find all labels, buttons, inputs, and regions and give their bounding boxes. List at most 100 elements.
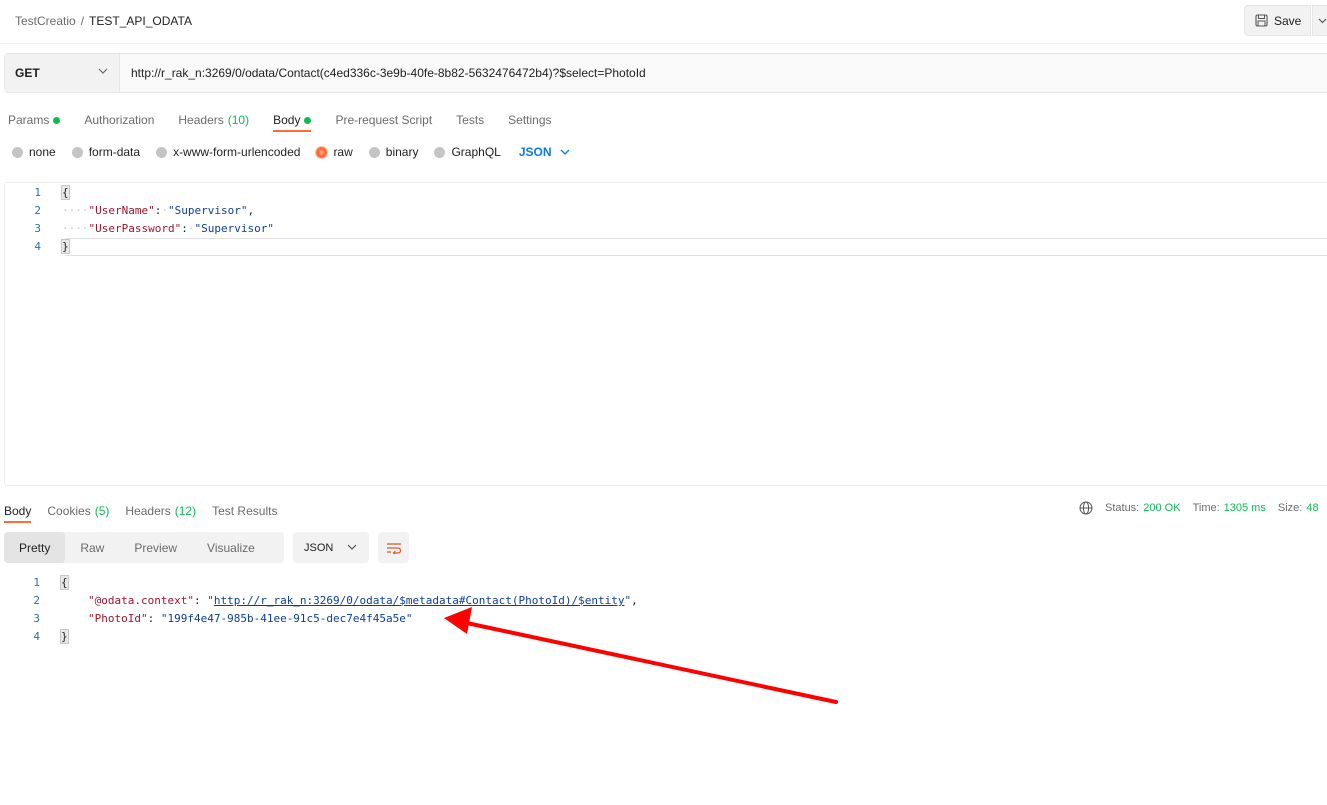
cookies-count: (5) <box>94 504 110 518</box>
current-line-highlight <box>65 238 1327 256</box>
headers-count: (10) <box>227 113 250 127</box>
response-view-tabs: Pretty Raw Preview Visualize <box>4 532 284 563</box>
radio-none-label: none <box>29 145 56 159</box>
chevron-down-icon <box>1318 18 1327 23</box>
json-key: "UserPassword" <box>88 222 182 235</box>
save-button[interactable]: Save <box>1244 5 1311 36</box>
response-format-label: JSON <box>304 541 334 554</box>
response-status-bar: Status: 200 OK Time: 1305 ms Size: 48 <box>1079 501 1327 515</box>
tab-prerequest-label: Pre-request Script <box>335 113 433 127</box>
request-body-editor[interactable]: 1 2 3 4 { ····"UserName":·"Supervisor", … <box>4 182 1327 486</box>
radio-form-data-label: form-data <box>88 145 141 159</box>
method-select[interactable]: GET <box>5 54 120 92</box>
globe-icon[interactable] <box>1079 501 1093 515</box>
radio-urlencoded[interactable]: x-www-form-urlencoded <box>156 145 300 159</box>
tab-test-results[interactable]: Test Results <box>212 499 277 523</box>
radio-none[interactable]: none <box>12 145 56 159</box>
radio-dot <box>368 146 380 158</box>
code-line: "@odata.context": "http://r_rak_n:3269/0… <box>88 594 638 607</box>
status-value: 200 OK <box>1143 502 1181 514</box>
line-number: 2 <box>33 594 40 607</box>
tab-authorization-label: Authorization <box>84 113 155 127</box>
tab-response-headers[interactable]: Headers (12) <box>125 499 196 523</box>
chevron-down-icon <box>347 544 357 550</box>
radio-dot <box>156 146 168 158</box>
code-line: ····"UserPassword":·"Supervisor" <box>62 222 274 235</box>
save-icon <box>1255 14 1268 27</box>
tab-cookies-label: Cookies <box>47 504 91 518</box>
line-number: 3 <box>33 612 40 625</box>
tab-body-label: Body <box>273 113 301 127</box>
radio-dot <box>71 146 83 158</box>
breadcrumb-separator: / <box>80 14 85 28</box>
line-number: 1 <box>34 186 41 199</box>
view-preview[interactable]: Preview <box>119 532 192 563</box>
line-number: 3 <box>34 222 41 235</box>
breadcrumb-request[interactable]: TEST_API_ODATA <box>89 14 192 28</box>
view-raw[interactable]: Raw <box>65 532 119 563</box>
tab-authorization[interactable]: Authorization <box>84 108 154 132</box>
code-line: } <box>60 628 69 646</box>
size-value[interactable]: 48 <box>1306 502 1318 514</box>
response-format-select[interactable]: JSON <box>293 532 369 563</box>
chevron-down-icon <box>98 68 108 74</box>
tab-settings[interactable]: Settings <box>508 108 551 132</box>
request-url-bar: GET http://r_rak_n:3269/0/odata/Contact(… <box>4 53 1327 93</box>
radio-graphql[interactable]: GraphQL <box>434 145 501 159</box>
url-input[interactable]: http://r_rak_n:3269/0/odata/Contact(c4ed… <box>131 66 646 80</box>
body-indicator-dot <box>304 116 312 124</box>
code-line: } <box>61 238 70 256</box>
tab-tests[interactable]: Tests <box>456 108 484 132</box>
size-label: Size: <box>1277 502 1303 514</box>
odata-context-link[interactable]: http://r_rak_n:3269/0/odata/$metadata#Co… <box>214 594 625 607</box>
radio-dot <box>434 146 446 158</box>
radio-graphql-label: GraphQL <box>451 145 501 159</box>
open-brace: { <box>60 575 69 590</box>
breadcrumb-collection[interactable]: TestCreatio <box>15 14 76 28</box>
method-label: GET <box>15 66 40 80</box>
body-language-label: JSON <box>518 145 552 159</box>
tab-response-headers-label: Headers <box>125 504 171 518</box>
json-key: "UserName" <box>88 204 155 217</box>
tab-params-label: Params <box>8 113 50 127</box>
json-value-quote: " <box>207 594 214 607</box>
body-type-options: none form-data x-www-form-urlencoded raw… <box>12 145 570 159</box>
tab-headers[interactable]: Headers (10) <box>178 108 249 132</box>
view-pretty[interactable]: Pretty <box>4 532 66 563</box>
indent-whitespace: ···· <box>62 204 89 217</box>
response-tabs: Body Cookies (5) Headers (12) Test Results <box>4 499 293 523</box>
tab-prerequest-script[interactable]: Pre-request Script <box>335 108 432 132</box>
open-brace: { <box>61 185 70 200</box>
tab-settings-label: Settings <box>508 113 552 127</box>
wrap-lines-button[interactable] <box>378 532 409 563</box>
radio-binary[interactable]: binary <box>368 145 418 159</box>
code-line: "PhotoId": "199f4e47-985b-41ee-91c5-dec7… <box>88 612 413 625</box>
tab-body[interactable]: Body <box>273 108 312 132</box>
json-value: "Supervisor" <box>194 222 274 235</box>
json-value: "Supervisor" <box>167 204 248 217</box>
radio-dot <box>12 146 23 158</box>
tab-headers-label: Headers <box>178 113 224 127</box>
tab-cookies[interactable]: Cookies (5) <box>47 499 109 523</box>
body-language-select[interactable]: JSON <box>519 145 570 159</box>
close-brace: } <box>61 239 70 254</box>
radio-form-data[interactable]: form-data <box>71 145 141 159</box>
chevron-down-icon <box>560 149 569 155</box>
response-body-viewer[interactable]: 1 2 3 4 { "@odata.context": "http://r_ra… <box>0 572 1327 662</box>
tab-response-body[interactable]: Body <box>4 499 32 523</box>
line-number: 1 <box>33 576 40 589</box>
status-label: Status: <box>1105 502 1140 514</box>
params-indicator-dot <box>53 116 61 124</box>
json-key: "@odata.context" <box>88 594 194 607</box>
indent-whitespace: ···· <box>62 222 89 235</box>
tab-test-results-label: Test Results <box>212 504 278 518</box>
save-options-button[interactable] <box>1312 5 1327 36</box>
view-visualize[interactable]: Visualize <box>192 532 270 563</box>
line-number: 2 <box>34 204 41 217</box>
wrap-lines-icon <box>386 542 401 554</box>
radio-raw[interactable]: raw <box>316 145 353 159</box>
tab-params[interactable]: Params <box>8 108 61 132</box>
time-value[interactable]: 1305 ms <box>1224 502 1266 514</box>
save-label: Save <box>1274 13 1302 28</box>
json-key: "PhotoId" <box>88 612 148 625</box>
